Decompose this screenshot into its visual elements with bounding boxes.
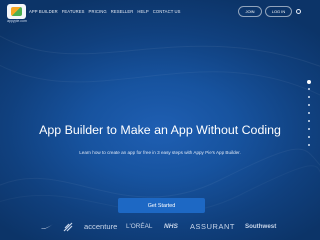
client-logos: accenture L'ORÉAL NHS ASSURANT Southwest <box>0 219 320 235</box>
main-nav: APP BUILDER FEATURES PRICING RESELLER HE… <box>29 9 181 14</box>
nav-item-contact-us[interactable]: CONTACT US <box>153 9 181 14</box>
slider-dot[interactable] <box>308 104 310 106</box>
nav-item-app-builder[interactable]: APP BUILDER <box>29 9 58 14</box>
brand-emblem-icon <box>63 222 73 232</box>
slider-dot[interactable] <box>308 96 310 98</box>
nav-item-features[interactable]: FEATURES <box>62 9 85 14</box>
slider-dot[interactable] <box>308 112 310 114</box>
hero-title: App Builder to Make an App Without Codin… <box>39 123 281 137</box>
logo-icon <box>11 7 22 16</box>
nav-item-pricing[interactable]: PRICING <box>89 9 107 14</box>
slider-dot[interactable] <box>308 144 310 146</box>
loreal-logo: L'ORÉAL <box>126 223 153 230</box>
login-button[interactable]: LOG IN <box>265 6 292 17</box>
nav-item-reseller[interactable]: RESELLER <box>111 9 134 14</box>
site-header: appypie.com APP BUILDER FEATURES PRICING… <box>0 0 320 24</box>
slider-dot[interactable] <box>308 88 310 90</box>
slider-dot[interactable] <box>308 120 310 122</box>
southwest-logo: Southwest <box>245 223 277 230</box>
logo-text: appypie.com <box>7 19 27 23</box>
slider-dot[interactable] <box>307 80 311 84</box>
accenture-logo: accenture <box>84 222 118 231</box>
appypie-logo[interactable] <box>7 4 26 19</box>
nike-logo-icon <box>41 224 53 229</box>
join-button[interactable]: JOIN <box>238 6 262 17</box>
nav-item-help[interactable]: HELP <box>137 9 148 14</box>
assurant-logo: ASSURANT <box>190 222 236 231</box>
get-started-button[interactable]: Get Started <box>118 198 205 213</box>
globe-icon[interactable] <box>296 9 301 14</box>
hero-subtitle: Learn how to create an app for free in 3… <box>79 150 241 155</box>
nhs-logo: NHS <box>164 223 178 230</box>
